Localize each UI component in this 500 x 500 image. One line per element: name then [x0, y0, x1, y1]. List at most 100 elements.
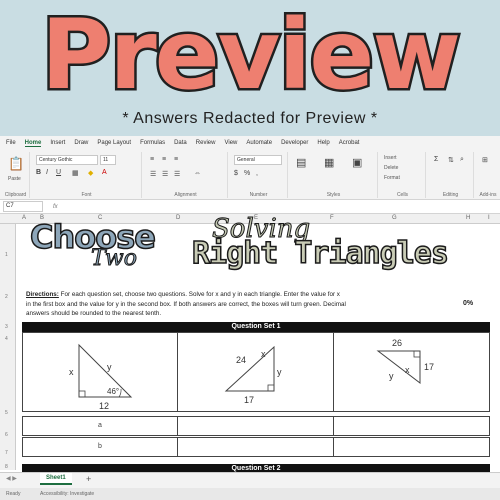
cells-group: Insert Delete Format Cells — [380, 152, 426, 198]
borders-icon[interactable]: ▦ — [72, 169, 79, 177]
cell-styles-icon[interactable]: ▣ — [352, 156, 362, 169]
alignment-group: ≡ ≡ ≡ ☰ ☰ ☰ ⇔ Alignment — [144, 152, 228, 198]
font-group: Century Gothic 11 B I U ▦ ◆ A Font — [32, 152, 142, 198]
currency-icon[interactable]: $ — [234, 170, 238, 177]
align-left-icon[interactable]: ☰ — [150, 170, 156, 178]
clipboard-caption: Clipboard — [4, 192, 27, 198]
tab-view[interactable]: View — [224, 140, 237, 146]
align-bottom-icon[interactable]: ≡ — [174, 156, 178, 163]
editing-caption: Editing — [442, 192, 459, 198]
align-right-icon[interactable]: ☰ — [174, 170, 180, 178]
tab-help[interactable]: Help — [317, 140, 329, 146]
row-header-8[interactable]: 8 — [5, 464, 8, 470]
answer-input-b-2[interactable] — [178, 437, 334, 457]
answer-input-b-3[interactable] — [334, 437, 490, 457]
tab-page-layout[interactable]: Page Layout — [97, 140, 131, 146]
preview-title: Preview — [38, 0, 463, 111]
col-header-d[interactable]: D — [176, 215, 180, 221]
ribbon-tabs: File Home Insert Draw Page Layout Formul… — [0, 136, 500, 150]
col-header-a[interactable]: A — [22, 215, 26, 221]
font-size-box[interactable]: 11 — [100, 155, 116, 165]
addins-icon[interactable]: ⊞ — [482, 156, 488, 164]
number-format-box[interactable]: General — [234, 155, 282, 165]
italic-icon[interactable]: I — [46, 169, 48, 176]
addins-caption: Add-ins — [479, 192, 497, 198]
tab-data[interactable]: Data — [174, 140, 187, 146]
problem-row: x y 46° 12 24 x y 17 26 17 y x — [22, 332, 490, 412]
paste-label[interactable]: Paste — [8, 176, 21, 182]
fill-color-icon[interactable]: ◆ — [88, 169, 93, 177]
col-header-g[interactable]: G — [392, 215, 397, 221]
addins-group: ⊞ Add-ins — [476, 152, 500, 198]
triangle-1-x: x — [69, 367, 74, 377]
number-caption: Number — [249, 192, 268, 198]
row-header-3[interactable]: 3 — [5, 324, 8, 330]
answer-cell-b-label[interactable]: b — [22, 437, 178, 457]
sheet-tab-sheet1[interactable]: Sheet1 — [40, 473, 72, 485]
formula-bar: C7 fx — [0, 200, 500, 214]
bold-icon[interactable]: B — [36, 169, 41, 176]
paste-icon[interactable]: 📋 — [8, 156, 24, 172]
conditional-formatting-icon[interactable]: ▤ — [296, 156, 306, 169]
accessibility-status[interactable]: Accessibility: Investigate — [40, 491, 94, 497]
find-select-icon[interactable]: ⌕ — [460, 156, 464, 164]
format-cells[interactable]: Format — [384, 175, 400, 181]
comma-icon[interactable]: , — [256, 170, 258, 177]
directions-text: For each question set, choose two questi… — [26, 291, 346, 317]
col-header-i[interactable]: I — [488, 215, 490, 221]
align-top-icon[interactable]: ≡ — [150, 156, 154, 163]
merge-icon[interactable]: ⇔ — [194, 170, 201, 177]
fx-icon[interactable]: fx — [53, 204, 58, 210]
tab-file[interactable]: File — [6, 140, 16, 146]
question-set-1-header: Question Set 1 — [22, 322, 490, 332]
delete-cells[interactable]: Delete — [384, 165, 398, 171]
triangle-2-diagram: 24 x y 17 — [225, 345, 282, 405]
name-box[interactable]: C7 — [3, 201, 43, 212]
tab-home[interactable]: Home — [24, 140, 42, 147]
col-header-h[interactable]: H — [466, 215, 470, 221]
format-as-table-icon[interactable]: ▦ — [324, 156, 334, 169]
row-header-2[interactable]: 2 — [5, 294, 8, 300]
answer-input-a-3[interactable] — [334, 416, 490, 436]
font-name-box[interactable]: Century Gothic — [36, 155, 98, 165]
align-middle-icon[interactable]: ≡ — [162, 156, 166, 163]
triangle-1-side: 12 — [99, 401, 109, 411]
autosum-icon[interactable]: Σ — [434, 156, 438, 163]
cells-caption: Cells — [396, 192, 409, 198]
align-center-icon[interactable]: ☰ — [162, 170, 168, 178]
directions: Directions: For each question set, choos… — [26, 290, 346, 319]
triangle-3-y: y — [389, 371, 394, 381]
styles-caption: Styles — [326, 192, 341, 198]
tab-draw[interactable]: Draw — [74, 140, 88, 146]
answer-cell-a-label[interactable]: a — [22, 416, 178, 436]
row-header-6[interactable]: 6 — [5, 432, 8, 438]
sheet-nav-arrows-icon[interactable]: ◀ ▶ — [6, 475, 17, 482]
triangle-3-x: x — [405, 365, 410, 375]
worksheet-area: Choose Two Solving Right Triangles Direc… — [16, 214, 500, 474]
tab-developer[interactable]: Developer — [281, 140, 308, 146]
tab-formulas[interactable]: Formulas — [140, 140, 165, 146]
tab-acrobat[interactable]: Acrobat — [339, 140, 360, 146]
percent-icon[interactable]: % — [244, 170, 250, 177]
sort-filter-icon[interactable]: ⇅ — [448, 156, 454, 164]
row-headers: 1 2 3 4 5 6 7 8 — [0, 224, 16, 470]
heading-two: Two — [91, 246, 138, 272]
tab-insert[interactable]: Insert — [50, 140, 65, 146]
insert-cells[interactable]: Insert — [384, 155, 397, 161]
underline-icon[interactable]: U — [56, 169, 61, 176]
row-header-1[interactable]: 1 — [5, 252, 8, 258]
add-sheet-button[interactable]: + — [86, 474, 91, 484]
triangle-2-side-a: 24 — [236, 355, 246, 365]
problem-cell-1: x y 46° 12 — [23, 333, 179, 411]
row-header-4[interactable]: 4 — [5, 336, 8, 342]
triangle-2-y: y — [277, 367, 282, 377]
answer-row-a: a — [22, 416, 490, 436]
problem-cell-2: 24 x y 17 — [178, 333, 334, 411]
col-header-f[interactable]: F — [330, 215, 334, 221]
tab-review[interactable]: Review — [196, 140, 216, 146]
row-header-7[interactable]: 7 — [5, 450, 8, 456]
row-header-5[interactable]: 5 — [5, 410, 8, 416]
answer-input-a-2[interactable] — [178, 416, 334, 436]
font-color-icon[interactable]: A — [102, 169, 107, 176]
tab-automate[interactable]: Automate — [246, 140, 272, 146]
